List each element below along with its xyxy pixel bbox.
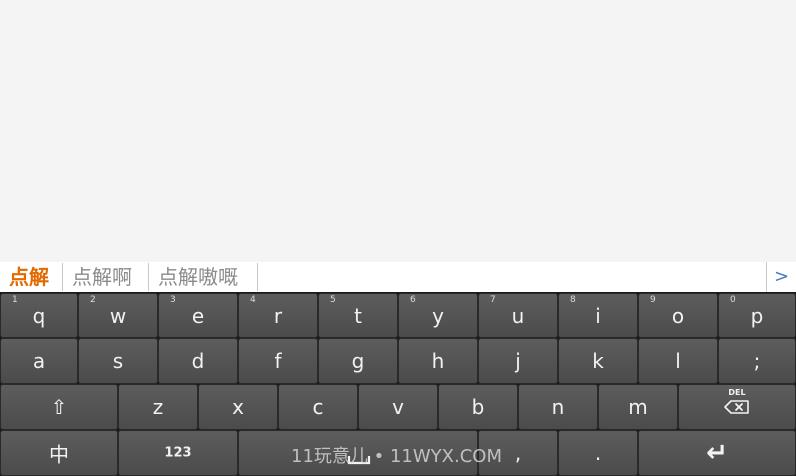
- key-a[interactable]: a: [0, 338, 78, 384]
- candidate-1[interactable]: 点解: [0, 262, 62, 292]
- shift-key[interactable]: ⇧: [0, 384, 118, 430]
- key-u[interactable]: 7u: [478, 293, 558, 338]
- candidate-divider: [257, 263, 258, 291]
- key-f[interactable]: f: [238, 338, 318, 384]
- key-l[interactable]: l: [638, 338, 718, 384]
- backspace-icon: [724, 400, 749, 414]
- key-semicolon[interactable]: ;: [718, 338, 796, 384]
- key-comma[interactable]: ,: [478, 430, 558, 476]
- key-g[interactable]: g: [318, 338, 398, 384]
- delete-key-label: DEL: [728, 388, 746, 397]
- key-d[interactable]: d: [158, 338, 238, 384]
- enter-icon: ↵: [706, 438, 728, 468]
- soft-keyboard: 1q 2w 3e 4r 5t 6y 7u 8i 9o 0p a s d f g …: [0, 292, 796, 476]
- key-v[interactable]: v: [358, 384, 438, 430]
- candidate-2[interactable]: 点解啊: [63, 262, 148, 292]
- key-t[interactable]: 5t: [318, 293, 398, 338]
- key-s[interactable]: s: [78, 338, 158, 384]
- key-i[interactable]: 8i: [558, 293, 638, 338]
- key-n[interactable]: n: [518, 384, 598, 430]
- key-y[interactable]: 6y: [398, 293, 478, 338]
- more-candidates-arrow-icon[interactable]: >: [766, 262, 796, 292]
- key-z[interactable]: z: [118, 384, 198, 430]
- space-key[interactable]: [238, 430, 478, 476]
- key-h[interactable]: h: [398, 338, 478, 384]
- key-p[interactable]: 0p: [718, 293, 796, 338]
- app-content-area: [0, 0, 796, 262]
- key-e[interactable]: 3e: [158, 293, 238, 338]
- key-q[interactable]: 1q: [0, 293, 78, 338]
- key-w[interactable]: 2w: [78, 293, 158, 338]
- key-x[interactable]: x: [198, 384, 278, 430]
- enter-key[interactable]: ↵: [638, 430, 796, 476]
- key-b[interactable]: b: [438, 384, 518, 430]
- key-m[interactable]: m: [598, 384, 678, 430]
- candidate-3[interactable]: 点解嗷嘅: [149, 262, 257, 292]
- numbers-key[interactable]: 123: [118, 430, 238, 476]
- language-switch-key[interactable]: 中: [0, 430, 118, 476]
- candidate-bar: 点解 点解啊 点解嗷嘅 >: [0, 262, 796, 293]
- key-c[interactable]: c: [278, 384, 358, 430]
- space-icon: [347, 456, 371, 465]
- key-r[interactable]: 4r: [238, 293, 318, 338]
- shift-icon: ⇧: [50, 395, 68, 419]
- key-period[interactable]: .: [558, 430, 638, 476]
- key-j[interactable]: j: [478, 338, 558, 384]
- key-k[interactable]: k: [558, 338, 638, 384]
- delete-key[interactable]: DEL: [678, 384, 796, 430]
- key-o[interactable]: 9o: [638, 293, 718, 338]
